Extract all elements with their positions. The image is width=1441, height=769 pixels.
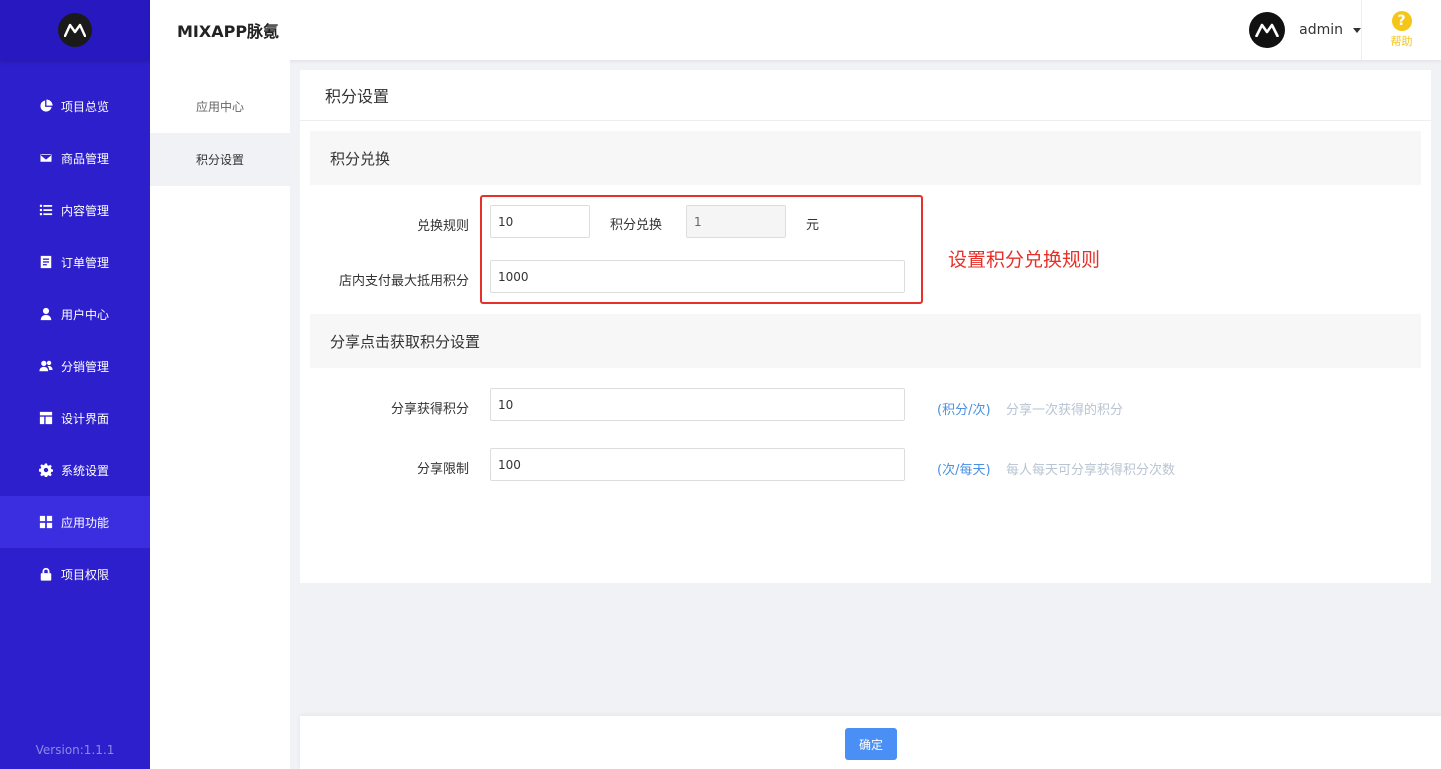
exchange-rule-label: 兑换规则 bbox=[416, 219, 469, 234]
help-icon: ? bbox=[1391, 11, 1412, 31]
exchange-section-heading: 积分兑换 bbox=[310, 131, 1421, 185]
sidebar-item-content[interactable]: 内容管理 bbox=[0, 184, 150, 236]
top-header: MIXAPP脉氪 admin ? 帮助 bbox=[150, 0, 1441, 60]
subnav-item-app-center[interactable]: 应用中心 bbox=[150, 80, 290, 133]
share-section-heading: 分享点击获取积分设置 bbox=[310, 314, 1421, 368]
logo-m-icon bbox=[1255, 23, 1279, 37]
version-label: Version:1.1.1 bbox=[35, 743, 115, 757]
share-earn-desc: 分享一次获得的积分 bbox=[1006, 403, 1124, 418]
sidebar-item-app-features[interactable]: 应用功能 bbox=[0, 496, 150, 548]
main-sidebar: 项目总览 商品管理 内容管理 订单管理 用户中心 分销管理 设计界面 系统设置 bbox=[0, 0, 150, 769]
sidebar-item-label: 设计界面 bbox=[61, 411, 110, 426]
logo-area bbox=[0, 0, 150, 60]
sidebar-item-label: 订单管理 bbox=[61, 255, 110, 270]
envelope-icon bbox=[38, 150, 54, 166]
points-settings-card: 积分设置 积分兑换 兑换规则 积分兑换 元 店内支付最大抵用积分 设置积分兑换规… bbox=[300, 70, 1431, 583]
lock-icon bbox=[38, 566, 54, 582]
subnav-item-points-settings[interactable]: 积分设置 bbox=[150, 133, 290, 186]
share-limit-desc: 每人每天可分享获得积分次数 bbox=[1006, 463, 1176, 478]
sidebar-item-label: 应用功能 bbox=[61, 515, 110, 530]
avatar[interactable] bbox=[1249, 12, 1286, 48]
logo-m-icon bbox=[64, 23, 86, 37]
users-icon bbox=[38, 358, 54, 374]
pie-chart-icon bbox=[38, 98, 54, 114]
sidebar-item-label: 项目总览 bbox=[61, 99, 110, 114]
user-menu[interactable]: admin bbox=[1249, 0, 1361, 60]
list-icon bbox=[38, 202, 54, 218]
share-limit-unit: (次/每天) bbox=[937, 463, 991, 478]
chevron-down-icon[interactable] bbox=[1353, 27, 1361, 33]
sidebar-item-label: 用户中心 bbox=[61, 307, 110, 322]
document-icon bbox=[38, 254, 54, 270]
sidebar-item-overview[interactable]: 项目总览 bbox=[0, 80, 150, 132]
sidebar-item-design[interactable]: 设计界面 bbox=[0, 392, 150, 444]
grid-icon bbox=[38, 514, 54, 530]
sidebar-item-label: 分销管理 bbox=[61, 359, 110, 374]
share-limit-label: 分享限制 bbox=[416, 462, 469, 477]
sidebar-item-label: 项目权限 bbox=[61, 567, 110, 582]
share-earn-input[interactable] bbox=[490, 388, 905, 421]
sidebar-item-label: 商品管理 bbox=[61, 151, 110, 166]
sidebar-item-label: 内容管理 bbox=[61, 203, 110, 218]
sidebar-item-orders[interactable]: 订单管理 bbox=[0, 236, 150, 288]
sidebar-item-distribution[interactable]: 分销管理 bbox=[0, 340, 150, 392]
sidebar-item-users[interactable]: 用户中心 bbox=[0, 288, 150, 340]
sidebar-item-permissions[interactable]: 项目权限 bbox=[0, 548, 150, 600]
help-button[interactable]: ? 帮助 bbox=[1361, 0, 1441, 60]
annotation-text: 设置积分兑换规则 bbox=[948, 249, 1101, 271]
sub-sidebar: 应用中心 积分设置 bbox=[150, 60, 290, 769]
sidebar-item-settings[interactable]: 系统设置 bbox=[0, 444, 150, 496]
confirm-button[interactable]: 确定 bbox=[845, 728, 897, 760]
gear-icon bbox=[38, 462, 54, 478]
share-earn-unit: (积分/次) bbox=[937, 403, 991, 418]
highlight-box bbox=[480, 195, 923, 304]
sidebar-nav: 项目总览 商品管理 内容管理 订单管理 用户中心 分销管理 设计界面 系统设置 bbox=[0, 80, 150, 600]
sidebar-item-products[interactable]: 商品管理 bbox=[0, 132, 150, 184]
username[interactable]: admin bbox=[1299, 22, 1343, 38]
app-logo[interactable] bbox=[58, 13, 92, 47]
help-label: 帮助 bbox=[1390, 35, 1413, 48]
layout-icon bbox=[38, 410, 54, 426]
brand-title: MIXAPP脉氪 bbox=[177, 22, 280, 41]
footer-bar: 确定 bbox=[300, 716, 1441, 769]
sidebar-item-label: 系统设置 bbox=[61, 463, 110, 478]
share-limit-input[interactable] bbox=[490, 448, 905, 481]
user-icon bbox=[38, 306, 54, 322]
share-earn-label: 分享获得积分 bbox=[390, 402, 469, 417]
max-deduct-label: 店内支付最大抵用积分 bbox=[338, 274, 469, 289]
page-title: 积分设置 bbox=[300, 70, 1431, 121]
